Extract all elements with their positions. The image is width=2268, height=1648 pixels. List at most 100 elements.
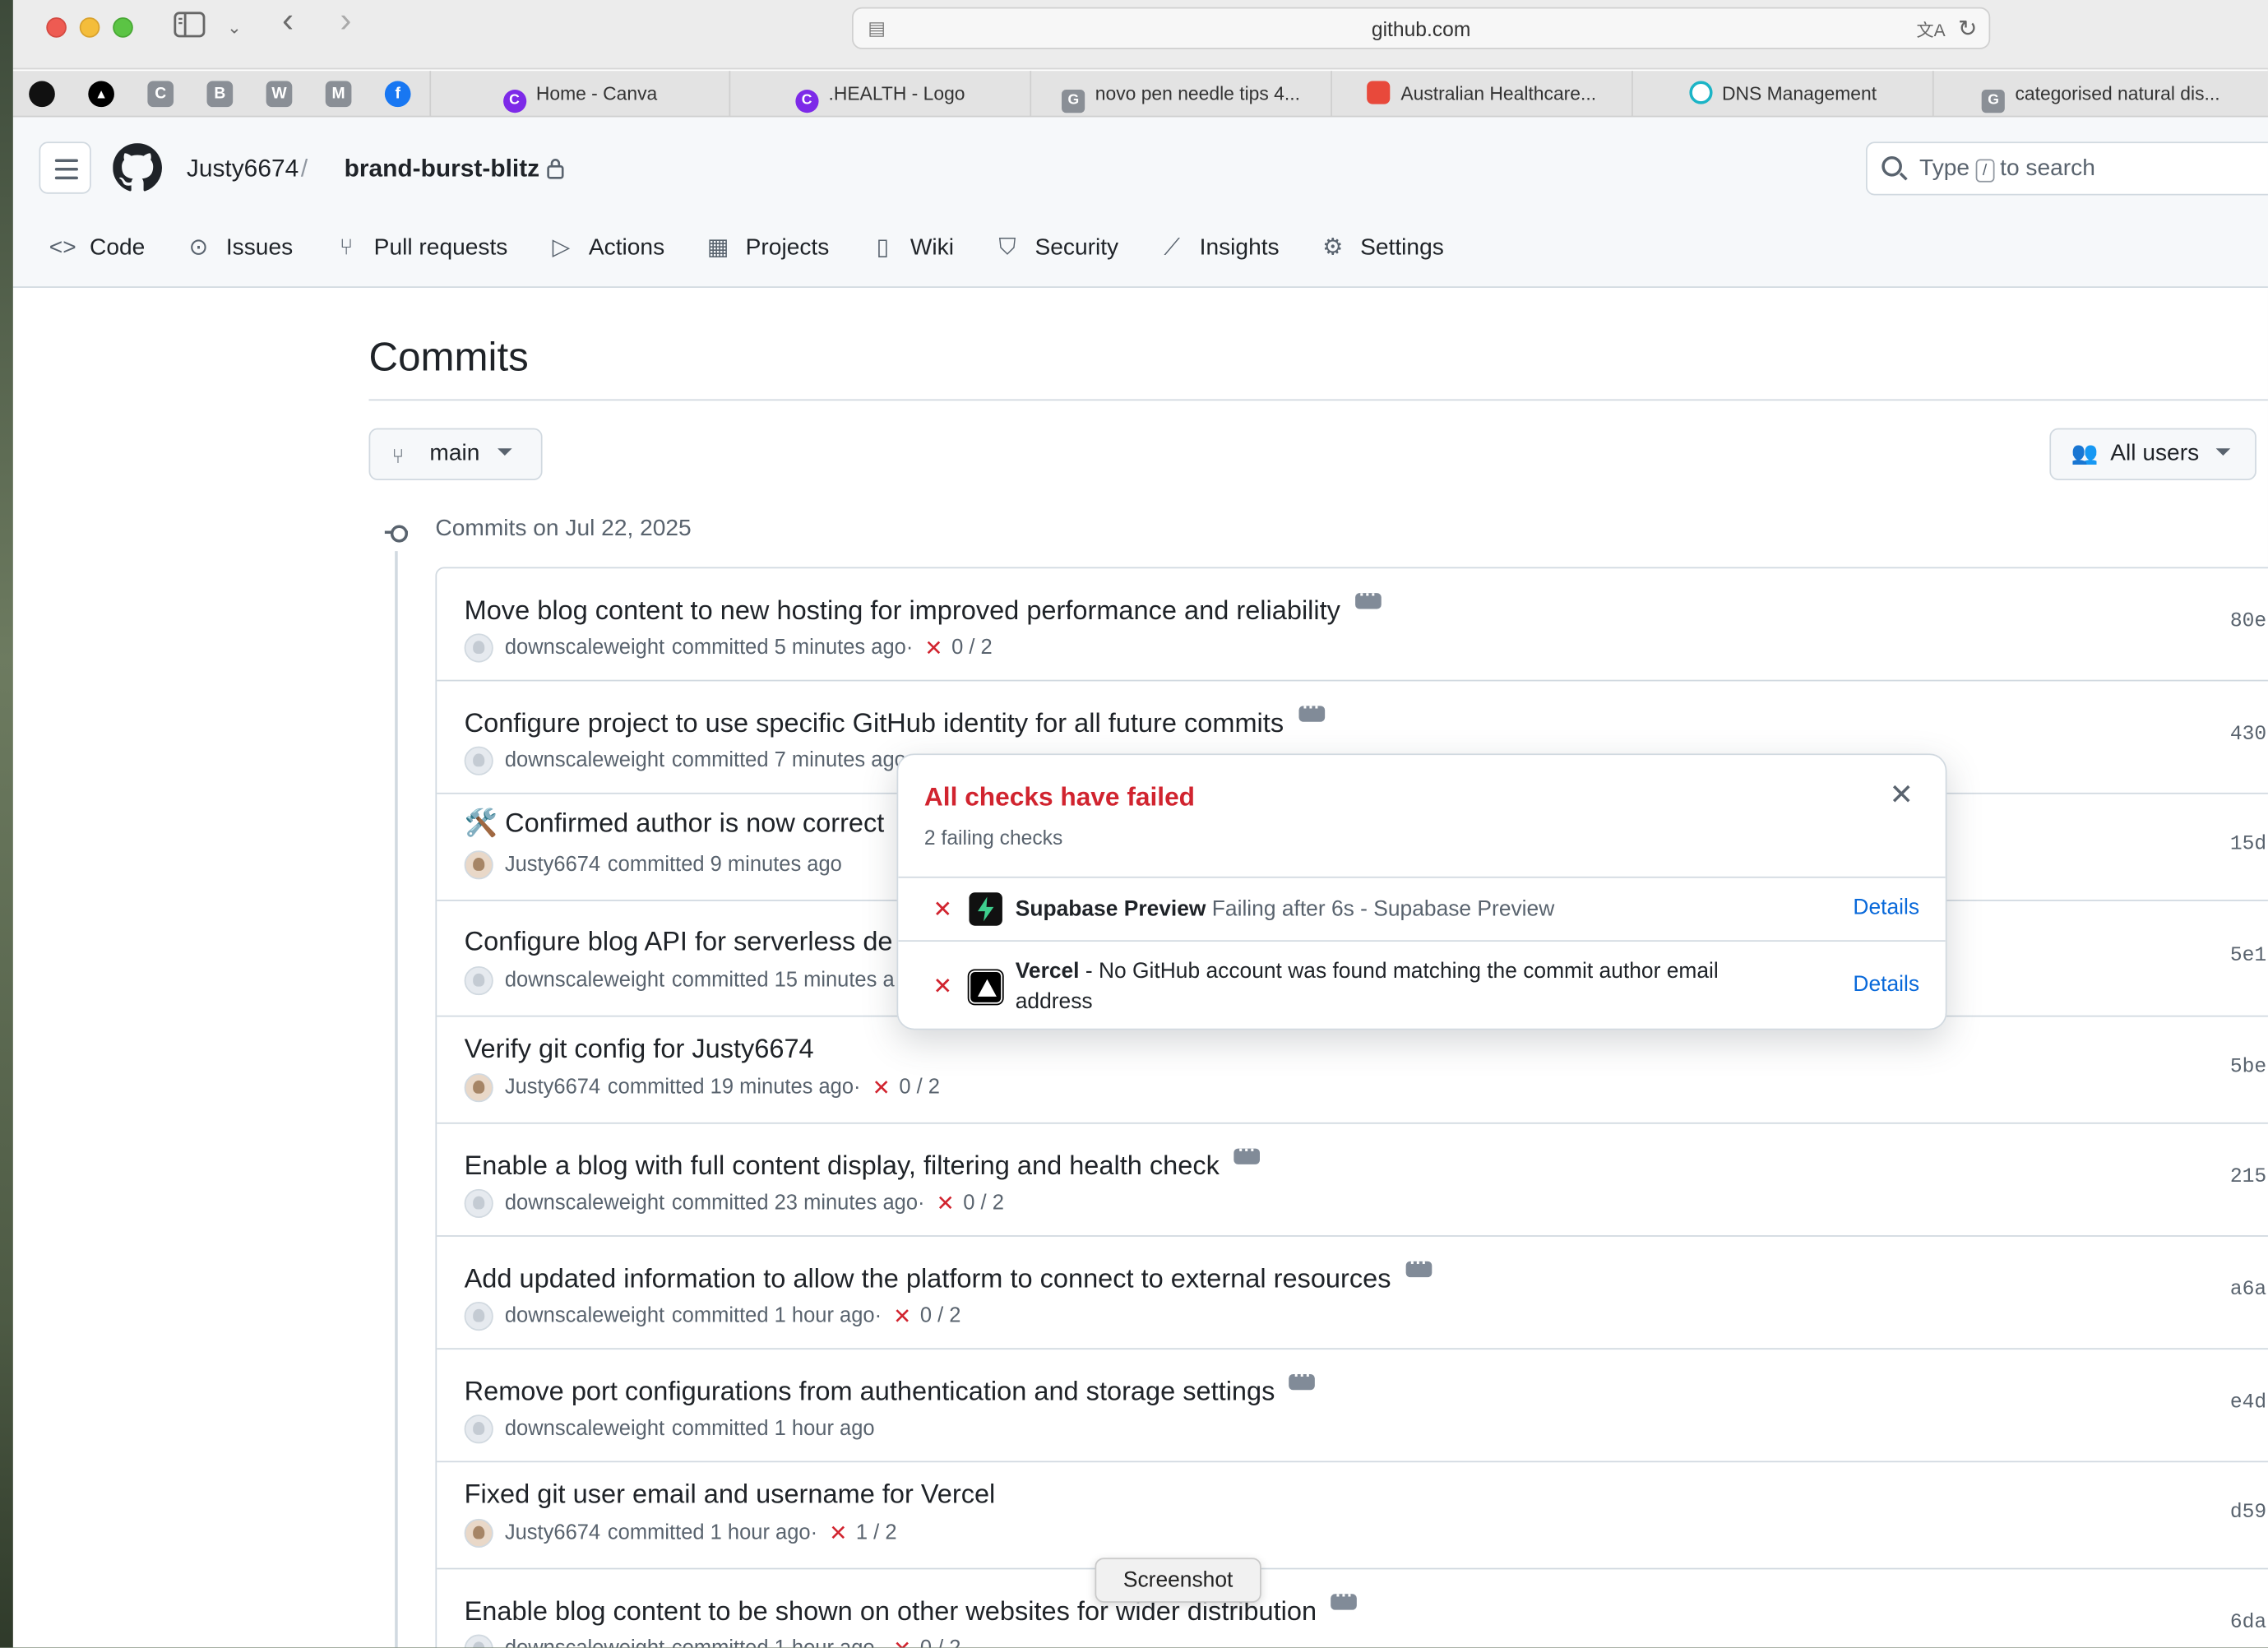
tab-settings[interactable]: ⚙ Settings <box>1320 233 1444 265</box>
avatar[interactable] <box>464 1302 493 1331</box>
commit-author-link[interactable]: downscaleweight <box>505 969 664 992</box>
pinned-tab-m[interactable]: M <box>325 81 352 108</box>
commit-title-link[interactable]: Move blog content to new hosting for imp… <box>465 585 1382 626</box>
commit-title-link[interactable]: Remove port configurations from authenti… <box>465 1365 1316 1407</box>
commit-row[interactable]: Enable a blog with full content display,… <box>437 1124 2268 1237</box>
commit-author-link[interactable]: downscaleweight <box>505 1305 664 1328</box>
back-icon[interactable]: ‹ <box>282 3 294 38</box>
commit-title-link[interactable]: Enable a blog with full content display,… <box>465 1140 1261 1182</box>
details-link[interactable]: Details <box>1853 972 1919 997</box>
tab-actions[interactable]: ▷ Actions <box>548 233 665 265</box>
zoom-window-button[interactable] <box>113 17 133 38</box>
commit-author-link[interactable]: downscaleweight <box>505 1192 664 1215</box>
commit-sha-link[interactable]: 5e1 <box>2230 945 2266 968</box>
avatar[interactable] <box>464 633 493 663</box>
expand-message-button[interactable] <box>1354 585 1382 609</box>
expand-message-button[interactable] <box>1331 1586 1358 1610</box>
repo-owner-link[interactable]: Justy6674 <box>187 155 299 183</box>
pinned-tab-c[interactable]: C <box>147 81 174 108</box>
tab-pull-requests[interactable]: ⑂ Pull requests <box>333 233 508 265</box>
commit-row[interactable]: Move blog content to new hosting for imp… <box>437 568 2268 682</box>
checks-count[interactable]: 0 / 2 <box>963 1192 1004 1215</box>
checks-count[interactable]: 0 / 2 <box>951 637 993 660</box>
avatar[interactable] <box>464 1634 493 1648</box>
pinned-tab-github[interactable] <box>29 81 55 108</box>
commit-row[interactable]: Enable blog content to be shown on other… <box>437 1569 2268 1648</box>
avatar[interactable] <box>464 1414 493 1444</box>
commit-title-link[interactable]: Verify git config for Justy6674 <box>465 1033 814 1065</box>
tab-canva[interactable]: C Home - Canva <box>429 71 729 118</box>
commit-sha-link[interactable]: a6a <box>2230 1279 2266 1302</box>
commit-row[interactable]: Fixed git user email and username for Ve… <box>437 1462 2268 1570</box>
tab-dns-management[interactable]: DNS Management <box>1632 71 1932 118</box>
avatar[interactable] <box>464 746 493 775</box>
avatar[interactable] <box>464 850 493 880</box>
fail-x-icon[interactable]: ✕ <box>893 1636 911 1647</box>
avatar[interactable] <box>464 1073 493 1103</box>
forward-icon[interactable]: › <box>340 3 351 38</box>
pinned-tab-b[interactable]: B <box>206 81 234 108</box>
fail-x-icon[interactable]: ✕ <box>937 1191 955 1216</box>
commit-sha-link[interactable]: 5be <box>2230 1056 2266 1079</box>
users-filter-button[interactable]: 👥 All users <box>2049 428 2256 480</box>
close-icon[interactable]: ✕ <box>1890 777 1914 813</box>
checks-count[interactable]: 0 / 2 <box>920 1305 961 1328</box>
tab-categorised-natural[interactable]: Gcategorised natural dis... <box>1932 71 2268 118</box>
commit-sha-link[interactable]: 80e <box>2230 610 2266 633</box>
commit-author-link[interactable]: Justy6674 <box>505 1076 600 1099</box>
tab-projects[interactable]: ▦ Projects <box>705 233 829 265</box>
commit-row[interactable]: Verify git config for Justy6674 Justy6674… <box>437 1017 2268 1124</box>
repo-name-link[interactable]: brand-burst-blitz <box>345 155 540 183</box>
commit-author-link[interactable]: downscaleweight <box>505 1637 664 1647</box>
checks-count[interactable]: 0 / 2 <box>899 1076 940 1099</box>
fail-x-icon[interactable]: ✕ <box>893 1303 911 1330</box>
commit-title-link[interactable]: Configure project to use specific GitHub… <box>465 697 1325 738</box>
fail-x-icon[interactable]: ✕ <box>924 635 942 661</box>
commit-title-link[interactable]: Configure blog API for serverless de <box>465 926 893 958</box>
commit-sha-link[interactable]: 430 <box>2230 723 2266 746</box>
tab-insights[interactable]: ⟋ Insights <box>1159 233 1279 265</box>
tab-security[interactable]: ⛉ Security <box>994 233 1118 265</box>
commit-author-link[interactable]: downscaleweight <box>505 1418 664 1441</box>
commit-author-link[interactable]: Justy6674 <box>505 1521 600 1544</box>
minimize-window-button[interactable] <box>79 17 100 38</box>
avatar[interactable] <box>464 1518 493 1548</box>
chevron-down-icon[interactable]: ⌄ <box>227 12 242 44</box>
tab-wiki[interactable]: ▯ Wiki <box>870 233 954 265</box>
commit-row[interactable]: Add updated information to allow the pla… <box>437 1237 2268 1350</box>
fail-x-icon[interactable]: ✕ <box>829 1521 847 1546</box>
commit-title-link[interactable]: 🛠️ Confirmed author is now correct <box>465 807 885 839</box>
address-bar[interactable]: ▤ github.com 文A ↻ <box>851 7 1991 49</box>
search-input[interactable]: Type / to search <box>1865 141 2268 196</box>
commit-sha-link[interactable]: d59 <box>2230 1502 2266 1525</box>
close-window-button[interactable] <box>46 17 67 38</box>
commit-author-link[interactable]: downscaleweight <box>505 749 664 772</box>
expand-message-button[interactable] <box>1289 1365 1316 1391</box>
tab-code[interactable]: <> Code <box>49 233 146 265</box>
commit-title-link[interactable]: Add updated information to allow the pla… <box>465 1252 1432 1294</box>
commit-title-link[interactable]: Fixed git user email and username for Ve… <box>465 1479 996 1511</box>
tab-health-logo[interactable]: C .HEALTH - Logo <box>729 71 1030 118</box>
sidebar-toggle-icon[interactable] <box>174 12 206 44</box>
expand-message-button[interactable] <box>1405 1252 1432 1278</box>
branch-selector-button[interactable]: ⑂ main <box>368 428 543 480</box>
commit-sha-link[interactable]: e4d <box>2230 1391 2266 1414</box>
reload-icon[interactable]: ↻ <box>1958 15 1978 44</box>
checks-count[interactable]: 0 / 2 <box>920 1637 961 1647</box>
fail-x-icon[interactable]: ✕ <box>872 1075 891 1101</box>
expand-message-button[interactable] <box>1234 1140 1261 1164</box>
pinned-tab-vercel[interactable]: ▲ <box>88 81 114 108</box>
translate-icon[interactable]: 文A <box>1917 17 1946 42</box>
commit-sha-link[interactable]: 215 <box>2230 1166 2266 1189</box>
tab-issues[interactable]: ⊙ Issues <box>186 233 294 265</box>
commit-sha-link[interactable]: 15d <box>2230 833 2266 856</box>
avatar[interactable] <box>464 965 493 996</box>
commit-author-link[interactable]: downscaleweight <box>505 637 664 660</box>
github-logo-icon[interactable] <box>113 143 162 192</box>
details-link[interactable]: Details <box>1853 896 1919 920</box>
commit-author-link[interactable]: Justy6674 <box>505 854 600 877</box>
checks-count[interactable]: 1 / 2 <box>856 1521 897 1544</box>
pinned-tab-w[interactable]: W <box>266 81 293 108</box>
pinned-tab-facebook[interactable]: f <box>384 81 411 108</box>
commit-sha-link[interactable]: 6da <box>2230 1611 2266 1634</box>
